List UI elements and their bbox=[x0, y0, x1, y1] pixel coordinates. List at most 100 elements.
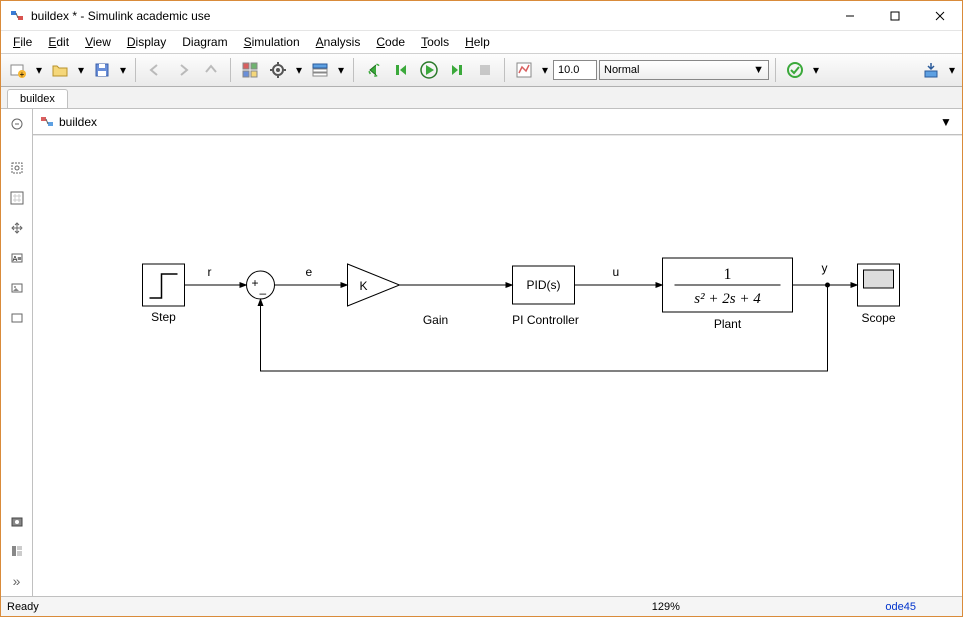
model-explorer-button[interactable] bbox=[307, 57, 333, 83]
save-dropdown[interactable]: ▾ bbox=[117, 57, 129, 83]
breadcrumb-bar: buildex ▼ bbox=[33, 109, 962, 135]
main-area: A≡ » buildex ▼ bbox=[1, 109, 962, 596]
svg-text:s² + 2s + 4: s² + 2s + 4 bbox=[694, 291, 761, 307]
model-canvas[interactable]: Step + – K Gain PID(s) bbox=[33, 135, 962, 596]
window-controls bbox=[827, 1, 962, 30]
build-button[interactable] bbox=[918, 57, 944, 83]
model-browser-button[interactable] bbox=[6, 540, 28, 562]
build-dropdown[interactable]: ▾ bbox=[946, 57, 958, 83]
chevron-down-icon: ▾ bbox=[120, 63, 126, 77]
back-button[interactable] bbox=[142, 57, 168, 83]
chevron-down-icon: ▾ bbox=[78, 63, 84, 77]
image-button[interactable] bbox=[6, 277, 28, 299]
window-title: buildex * - Simulink academic use bbox=[31, 9, 827, 23]
chevron-down-icon: ▾ bbox=[542, 63, 548, 77]
menu-display[interactable]: Display bbox=[119, 33, 174, 51]
model-icon bbox=[39, 114, 55, 130]
data-inspector-button[interactable] bbox=[511, 57, 537, 83]
toolbar-separator bbox=[230, 58, 231, 82]
up-button[interactable] bbox=[198, 57, 224, 83]
svg-text:1: 1 bbox=[724, 266, 732, 283]
svg-text:Step: Step bbox=[151, 310, 176, 324]
new-dropdown[interactable]: ▾ bbox=[33, 57, 45, 83]
svg-text:r: r bbox=[208, 265, 212, 279]
svg-text:u: u bbox=[613, 265, 620, 279]
nav-hide-button[interactable] bbox=[6, 113, 28, 135]
chevron-down-icon: ▾ bbox=[296, 63, 302, 77]
save-button[interactable] bbox=[89, 57, 115, 83]
block-scope[interactable]: Scope bbox=[858, 264, 900, 325]
step-back-button[interactable] bbox=[360, 57, 386, 83]
menu-view[interactable]: View bbox=[77, 33, 119, 51]
forward-button[interactable] bbox=[170, 57, 196, 83]
run-button[interactable] bbox=[416, 57, 442, 83]
step-forward-button[interactable] bbox=[444, 57, 470, 83]
breadcrumb-dropdown[interactable]: ▼ bbox=[936, 115, 956, 129]
maximize-button[interactable] bbox=[872, 1, 917, 30]
svg-text:A≡: A≡ bbox=[12, 256, 21, 263]
annotation-button[interactable]: A≡ bbox=[6, 247, 28, 269]
titlebar: buildex * - Simulink academic use bbox=[1, 1, 962, 31]
menu-diagram[interactable]: Diagram bbox=[174, 33, 235, 51]
chevron-down-icon: ▾ bbox=[813, 63, 819, 77]
model-tab[interactable]: buildex bbox=[7, 89, 68, 108]
mode-label: Normal bbox=[604, 64, 639, 76]
screenshot-button[interactable] bbox=[6, 510, 28, 532]
open-button[interactable] bbox=[47, 57, 73, 83]
pan-button[interactable] bbox=[6, 217, 28, 239]
minimize-button[interactable] bbox=[827, 1, 872, 30]
step-back-config[interactable] bbox=[388, 57, 414, 83]
expand-button[interactable]: » bbox=[6, 570, 28, 592]
toolbar-separator bbox=[353, 58, 354, 82]
config-dropdown[interactable]: ▾ bbox=[293, 57, 305, 83]
menu-file[interactable]: File bbox=[5, 33, 40, 51]
zoom-button[interactable] bbox=[6, 187, 28, 209]
fit-view-button[interactable] bbox=[6, 157, 28, 179]
svg-text:Gain: Gain bbox=[423, 313, 448, 327]
menu-code[interactable]: Code bbox=[368, 33, 413, 51]
chevron-down-icon: ▾ bbox=[949, 63, 955, 77]
open-dropdown[interactable]: ▾ bbox=[75, 57, 87, 83]
toolbar-separator bbox=[775, 58, 776, 82]
svg-text:Plant: Plant bbox=[714, 317, 742, 331]
block-pid[interactable]: PID(s) PI Controller bbox=[512, 266, 579, 327]
stop-button[interactable] bbox=[472, 57, 498, 83]
menu-simulation[interactable]: Simulation bbox=[236, 33, 308, 51]
svg-text:Scope: Scope bbox=[861, 311, 895, 325]
toolbar-separator bbox=[135, 58, 136, 82]
toolbar: + ▾ ▾ ▾ ▾ ▾ ▾ Normal ▼ ▾ ▾ bbox=[1, 53, 962, 87]
explorer-bar: A≡ » bbox=[1, 109, 33, 596]
area-button[interactable] bbox=[6, 307, 28, 329]
diagram-svg: Step + – K Gain PID(s) bbox=[33, 136, 962, 596]
svg-text:PI Controller: PI Controller bbox=[512, 313, 579, 327]
zoom-level[interactable]: 129% bbox=[446, 601, 885, 613]
block-step[interactable]: Step bbox=[143, 264, 185, 324]
menu-help[interactable]: Help bbox=[457, 33, 498, 51]
block-sum[interactable]: + – bbox=[247, 271, 275, 300]
svg-text:+: + bbox=[20, 70, 25, 79]
toolbar-separator bbox=[504, 58, 505, 82]
model-advisor-button[interactable] bbox=[782, 57, 808, 83]
explorer-dropdown[interactable]: ▾ bbox=[335, 57, 347, 83]
chevron-down-icon: ▾ bbox=[36, 63, 42, 77]
simulation-mode-select[interactable]: Normal ▼ bbox=[599, 60, 769, 80]
block-plant[interactable]: 1 s² + 2s + 4 Plant bbox=[663, 258, 793, 331]
solver-label[interactable]: ode45 bbox=[885, 601, 916, 613]
tabstrip: buildex bbox=[1, 87, 962, 109]
close-button[interactable] bbox=[917, 1, 962, 30]
status-text: Ready bbox=[7, 601, 446, 613]
svg-text:K: K bbox=[359, 279, 367, 293]
inspector-dropdown[interactable]: ▾ bbox=[539, 57, 551, 83]
menu-analysis[interactable]: Analysis bbox=[308, 33, 369, 51]
menu-tools[interactable]: Tools bbox=[413, 33, 457, 51]
config-button[interactable] bbox=[265, 57, 291, 83]
app-icon bbox=[9, 8, 25, 24]
library-browser-button[interactable] bbox=[237, 57, 263, 83]
block-gain[interactable]: K Gain bbox=[348, 264, 449, 327]
stop-time-input[interactable] bbox=[553, 60, 597, 80]
advisor-dropdown[interactable]: ▾ bbox=[810, 57, 822, 83]
chevron-down-icon: ▾ bbox=[338, 63, 344, 77]
menu-edit[interactable]: Edit bbox=[40, 33, 77, 51]
new-model-button[interactable]: + bbox=[5, 57, 31, 83]
breadcrumb-model[interactable]: buildex bbox=[59, 115, 97, 129]
